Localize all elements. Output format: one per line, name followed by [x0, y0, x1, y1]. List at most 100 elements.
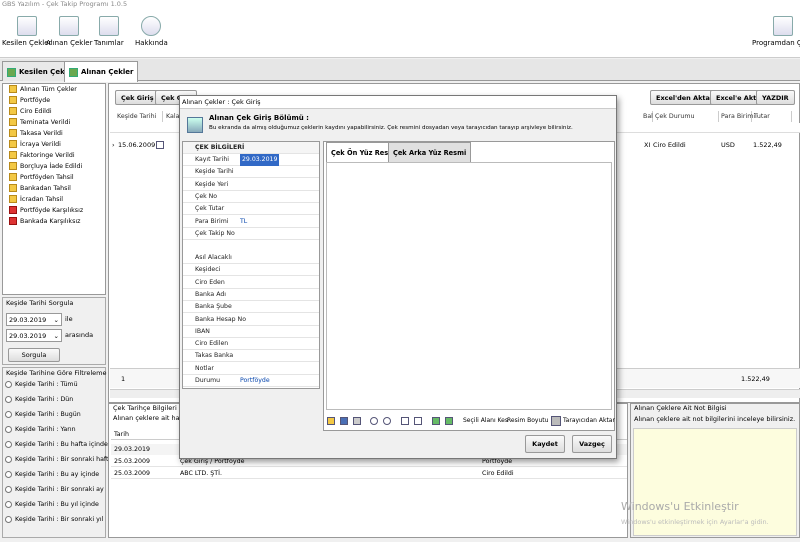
main-tabs: Kesilen Çekler Alınan Çekler — [0, 59, 800, 82]
col-tutar[interactable]: Tutar — [752, 111, 792, 122]
form-label: Çek Tutar — [195, 205, 225, 213]
form-row[interactable]: Keşide Yeri — [183, 179, 319, 191]
hakkinda-button[interactable]: Hakkında — [135, 16, 168, 47]
filter-radio[interactable]: Keşide Tarihi : Dün — [5, 392, 112, 407]
alinan-cekler-button[interactable]: Alınan Çekler — [46, 16, 92, 47]
exit-button[interactable]: Programdan Çıkış — [752, 16, 800, 47]
tree-item[interactable]: Teminata Verildi — [3, 117, 105, 128]
form-row[interactable]: Çek Takip No — [183, 228, 319, 240]
kaydet-button[interactable]: Kaydet — [525, 435, 565, 453]
filter-radio[interactable]: Keşide Tarihi : Tümü — [5, 377, 112, 392]
cek-giris-button[interactable]: Çek Giriş — [115, 90, 160, 105]
form-row[interactable]: Banka Hesap No — [183, 314, 319, 326]
filter-radio[interactable]: Keşide Tarihi : Yarın — [5, 422, 112, 437]
scan-button[interactable]: Tarayıcıdan Aktar — [563, 412, 615, 430]
date-to-value: 29.03.2019 — [9, 332, 47, 340]
form-value[interactable]: 29.03.2019 — [240, 154, 280, 166]
tanimlar-button[interactable]: Tanımlar — [94, 16, 124, 47]
filter-radio[interactable]: Keşide Tarihi : Bir sonraki hafta — [5, 452, 112, 467]
form-row[interactable]: Takas Banka — [183, 350, 319, 363]
tree-item[interactable]: Takasa Verildi — [3, 128, 105, 139]
radio-icon — [5, 440, 12, 448]
form-row[interactable]: Ciro Edilen — [183, 338, 319, 351]
tree-item[interactable]: Faktoringe Verildi — [3, 150, 105, 161]
form-row[interactable]: Durumu Portföyde — [183, 375, 319, 387]
history-durum: Ciro Edildi — [482, 470, 514, 477]
fit-icon[interactable] — [401, 417, 409, 425]
crop-button[interactable]: Seçili Alanı Kes — [463, 412, 508, 430]
tree-item[interactable]: Alınan Tüm Çekler — [3, 84, 105, 95]
move-icon[interactable] — [414, 417, 422, 425]
print-button[interactable]: YAZDIR — [756, 90, 795, 105]
form-label: Keşide Yeri — [195, 180, 229, 188]
filter-radio[interactable]: Keşide Tarihi : Bir sonraki yıl — [5, 512, 112, 527]
filter-radio[interactable]: Keşide Tarihi : Bu ay içinde — [5, 467, 112, 482]
print-icon[interactable] — [353, 417, 361, 425]
rotate-right-icon[interactable] — [445, 417, 453, 425]
col-kesde-tarihi[interactable]: Keşide Tarihi — [115, 111, 163, 122]
form-value[interactable]: Portföyde — [240, 375, 270, 387]
form-row[interactable]: Çek No — [183, 191, 319, 203]
tab-arka-yuz[interactable]: Çek Arka Yüz Resmi — [388, 142, 472, 162]
date-from-input[interactable]: 29.03.2019 ⌄ — [6, 313, 62, 326]
form-row[interactable]: Banka Adı — [183, 289, 319, 301]
col-para-birimi[interactable]: Para Birimi — [719, 111, 755, 122]
tree-item[interactable]: İcradan Tahsil — [3, 194, 105, 205]
form-row[interactable]: Keşideci — [183, 264, 319, 277]
excel-import-button[interactable]: Excel'den Aktar — [650, 90, 720, 105]
form-row[interactable]: Kayıt Tarihi 29.03.2019 — [183, 154, 319, 166]
tab-icon — [7, 67, 16, 77]
save-icon[interactable] — [340, 417, 348, 425]
col-cek-durumu[interactable]: Çek Durumu — [653, 111, 719, 122]
form-row[interactable]: IBAN — [183, 326, 319, 338]
tab-icon — [69, 67, 78, 77]
zoom-out-icon[interactable] — [383, 417, 391, 425]
sorgula-button[interactable]: Sorgula — [8, 348, 60, 362]
tree-item[interactable]: Portföyde Karşılıksız — [3, 205, 105, 216]
form-row[interactable]: Keşide Tarihi — [183, 166, 319, 179]
tree-item[interactable]: Portföyde — [3, 95, 105, 106]
form-row[interactable]: Ciro Eden — [183, 277, 319, 289]
date-from-suffix: ile — [65, 315, 73, 323]
notes-title: Alınan Çeklere Ait Not Bilgisi — [634, 404, 727, 412]
vazgec-button[interactable]: Vazgeç — [572, 435, 612, 453]
form-row[interactable]: Asıl Alacaklı — [183, 252, 319, 264]
tree-item[interactable]: Portföyden Tahsil — [3, 172, 105, 183]
folder-icon — [9, 129, 17, 137]
zoom-in-icon[interactable] — [370, 417, 378, 425]
tree-item[interactable]: İcraya Verildi — [3, 139, 105, 150]
tree-item[interactable]: Bankadan Tahsil — [3, 183, 105, 194]
history-group: 29.03.2019 — [114, 446, 151, 453]
rotate-left-icon[interactable] — [432, 417, 440, 425]
cek-form: ÇEK BİLGİLERİ Kayıt Tarihi 29.03.2019 Keşi… — [182, 141, 320, 389]
resize-button[interactable]: Resim Boyutu — [507, 412, 548, 430]
tree-item[interactable]: Bankada Karşılıksız — [3, 216, 105, 227]
date-to-input[interactable]: 29.03.2019 ⌄ — [6, 329, 62, 342]
image-canvas[interactable] — [326, 162, 612, 410]
form-label: Ciro Edilen — [195, 340, 229, 348]
document-icon — [98, 16, 119, 36]
col-bal[interactable]: Bal — [641, 111, 653, 122]
scanner-icon — [551, 416, 561, 426]
form-row[interactable]: Notlar — [183, 363, 319, 375]
filter-group: Keşide Tarihine Göre Filtreleme Keşide T… — [2, 367, 112, 538]
filter-radio[interactable]: Keşide Tarihi : Bugün — [5, 407, 112, 422]
open-folder-icon[interactable] — [327, 417, 335, 425]
status-tree: Alınan Tüm Çekler Portföyde Ciro Edildi Tem… — [2, 83, 106, 295]
kesilen-cekler-button[interactable]: Kesilen Çekler — [2, 16, 51, 47]
tree-item-label: Borçluya İade Edildi — [20, 163, 83, 170]
tree-item[interactable]: Ciro Edildi — [3, 106, 105, 117]
filter-radio[interactable]: Keşide Tarihi : Bir sonraki ay — [5, 482, 112, 497]
tree-item-label: Portföyde Karşılıksız — [20, 207, 84, 214]
form-row[interactable]: Çek Tutar — [183, 203, 319, 216]
history-row[interactable]: 25.03.2009 ABC LTD. ŞTİ. Ciro Edildi — [111, 468, 627, 479]
tab-alinan[interactable]: Alınan Çekler — [64, 61, 139, 82]
form-row[interactable]: Banka Şube — [183, 301, 319, 314]
tree-item[interactable]: Borçluya İade Edildi — [3, 161, 105, 172]
form-value[interactable]: TL — [240, 216, 247, 228]
filter-radio[interactable]: Keşide Tarihi : Bu yıl içinde — [5, 497, 112, 512]
form-row[interactable]: Para Birimi TL — [183, 216, 319, 228]
form-label: Çek Takip No — [195, 229, 235, 237]
filter-radio[interactable]: Keşide Tarihi : Bu hafta içinde — [5, 437, 112, 452]
radio-icon — [5, 425, 12, 433]
